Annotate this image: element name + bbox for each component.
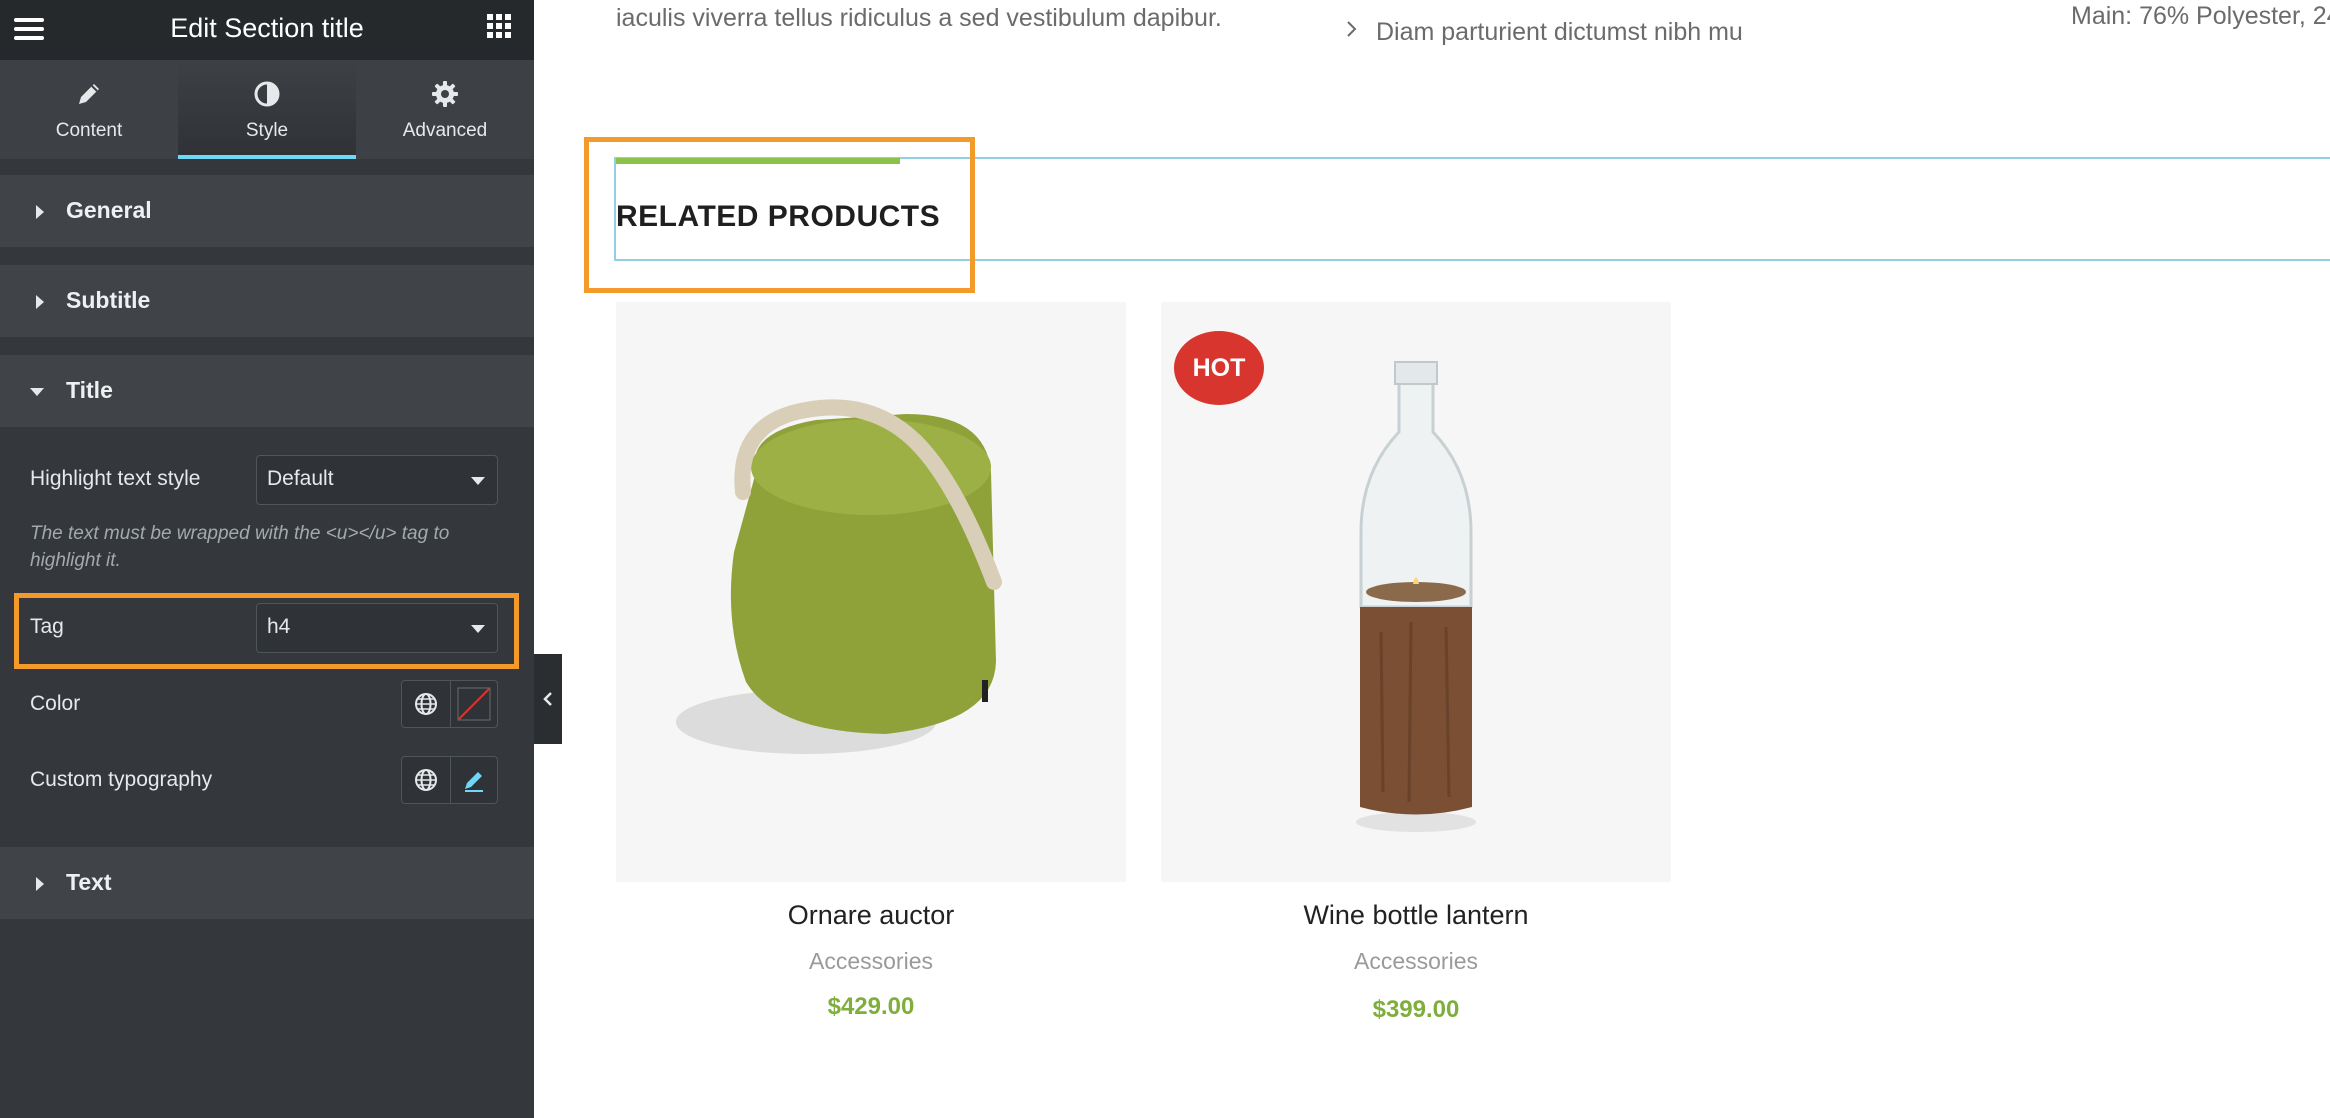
global-color-button[interactable] [402, 681, 450, 727]
chevron-left-icon [543, 692, 552, 706]
contrast-icon [254, 81, 280, 107]
material-text: Main: 76% Polyester, 24 [2071, 2, 2330, 30]
typography-label: Custom typography [30, 768, 213, 791]
select-value: h4 [267, 615, 291, 638]
widgets-grid-icon[interactable] [487, 14, 511, 38]
edit-typography-button[interactable] [449, 757, 498, 803]
globe-icon [414, 769, 437, 791]
tag-select[interactable]: h4 [256, 603, 498, 653]
chevron-down-icon [471, 625, 485, 633]
tab-label: Content [55, 120, 123, 141]
no-color-swatch-icon [457, 687, 491, 721]
caret-right-icon [36, 877, 44, 891]
product-price: $429.00 [827, 993, 915, 1020]
feature-list-item: Diam parturient dictumst nibh mu [1376, 18, 1743, 46]
section-title[interactable]: Title [0, 355, 534, 427]
section-general[interactable]: General [0, 175, 534, 247]
highlight-note: The text must be wrapped with the <u></u… [30, 523, 450, 571]
tab-advanced[interactable]: Advanced [356, 60, 534, 159]
section-label: Text [66, 869, 112, 895]
section-label: Title [66, 377, 113, 403]
caret-down-icon [30, 388, 44, 396]
section-text[interactable]: Text [0, 847, 534, 919]
tag-label: Tag [30, 615, 64, 638]
product-price: $399.00 [1372, 996, 1460, 1023]
globe-icon [414, 693, 437, 715]
caret-right-icon [36, 205, 44, 219]
panel-header: Edit Section title [0, 0, 534, 60]
caret-right-icon [36, 295, 44, 309]
tab-label: Style [245, 120, 289, 141]
title-highlight-frame [584, 137, 975, 293]
collapse-panel-button[interactable] [534, 654, 562, 744]
panel-title: Edit Section title [170, 13, 364, 43]
product-name[interactable]: Ornare auctor [616, 900, 1126, 931]
pencil-icon [464, 772, 483, 792]
typography-controls [401, 756, 498, 804]
editor-panel: Edit Section title Content Style Advance… [0, 0, 534, 1118]
highlight-style-select[interactable]: Default [256, 455, 498, 505]
section-label: Subtitle [66, 287, 151, 313]
gear-icon [432, 81, 458, 107]
description-text: iaculis viverra tellus ridiculus a sed v… [616, 4, 1222, 32]
color-controls [401, 680, 498, 728]
section-label: General [66, 197, 152, 223]
product-image[interactable] [616, 302, 1126, 882]
tab-label: Advanced [402, 120, 488, 141]
tab-style[interactable]: Style [178, 60, 356, 159]
hot-badge: HOT [1174, 331, 1264, 405]
pencil-icon [79, 84, 99, 104]
chevron-right-icon [1345, 18, 1359, 47]
color-label: Color [30, 692, 81, 715]
product-category[interactable]: Accessories [616, 948, 1126, 975]
section-subtitle[interactable]: Subtitle [0, 265, 534, 337]
chevron-down-icon [471, 477, 485, 485]
select-value: Default [267, 467, 334, 490]
green-pouf-image [676, 399, 1002, 754]
tab-content[interactable]: Content [0, 60, 178, 159]
highlight-style-label: Highlight text style [30, 467, 201, 490]
global-typography-button[interactable] [402, 757, 450, 803]
color-picker-button[interactable] [449, 681, 498, 727]
product-name[interactable]: Wine bottle lantern [1161, 900, 1671, 931]
product-category[interactable]: Accessories [1161, 948, 1671, 975]
panel-tabs: Content Style Advanced [0, 60, 534, 159]
